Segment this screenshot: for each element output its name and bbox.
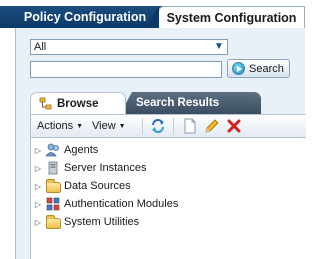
tree-item-label: Data Sources [64,180,131,192]
tree-item-agents[interactable]: ▷ Agents [31,141,98,159]
expand-arrow-icon[interactable]: ▷ [31,200,45,209]
expand-arrow-icon[interactable]: ▷ [31,182,45,191]
hierarchy-icon [39,97,52,110]
actions-menu-label: Actions [37,120,74,132]
browse-tree: ▷ Agents ▷ Server Instances ▷ Data Sourc… [30,138,306,259]
tab-system-configuration[interactable]: System Configuration [158,6,305,28]
folder-icon [45,178,61,193]
tree-item-label: System Utilities [64,216,140,228]
toolbar-divider [141,118,143,134]
modules-icon [45,197,61,211]
server-icon [45,161,61,175]
tab-search-results[interactable]: Search Results [120,92,261,114]
expand-arrow-icon[interactable]: ▷ [31,146,45,155]
tree-item-system-utilities[interactable]: ▷ System Utilities [31,213,139,231]
tree-item-data-sources[interactable]: ▷ Data Sources [31,177,131,195]
browse-section: Browse Search Results Actions ▼ View ▼ ▷… [30,92,306,259]
tree-item-authentication-modules[interactable]: ▷ Authentication Modules [31,195,178,213]
expand-arrow-icon[interactable]: ▷ [31,164,45,173]
tree-item-label: Server Instances [64,162,147,174]
refresh-icon[interactable] [149,117,167,135]
edit-pencil-icon[interactable] [204,118,220,134]
search-input[interactable] [30,61,222,78]
tab-browse[interactable]: Browse [30,92,126,114]
tree-item-server-instances[interactable]: ▷ Server Instances [31,159,147,177]
chevron-down-icon[interactable]: ▼ [212,41,226,53]
tree-item-label: Agents [64,144,99,156]
toolbar-divider [172,118,174,134]
view-menu-label: View [92,120,116,132]
view-menu[interactable]: View ▼ [92,120,126,132]
tree-item-label: Authentication Modules [64,198,179,210]
new-document-icon[interactable] [182,118,198,134]
caret-down-icon: ▼ [118,122,126,130]
browse-toolbar: Actions ▼ View ▼ [30,114,306,138]
tab-policy-configuration[interactable]: Policy Configuration [0,6,170,28]
search-button-label: Search [249,62,284,75]
agents-icon [45,143,61,157]
expand-arrow-icon[interactable]: ▷ [31,218,45,227]
scope-select-value: All [34,41,47,53]
delete-icon[interactable] [226,118,242,134]
top-tab-bar: Policy Configuration System Configuratio… [0,0,305,28]
folder-icon [45,214,61,229]
caret-down-icon: ▼ [76,122,84,130]
search-button[interactable]: Search [227,59,290,78]
system-configuration-panel: All ▼ Search Browse Search Results Actio… [15,28,306,259]
scope-select[interactable]: All ▼ [30,39,228,55]
tab-browse-label: Browse [57,97,99,110]
actions-menu[interactable]: Actions ▼ [37,120,83,132]
go-arrow-icon [232,62,245,75]
